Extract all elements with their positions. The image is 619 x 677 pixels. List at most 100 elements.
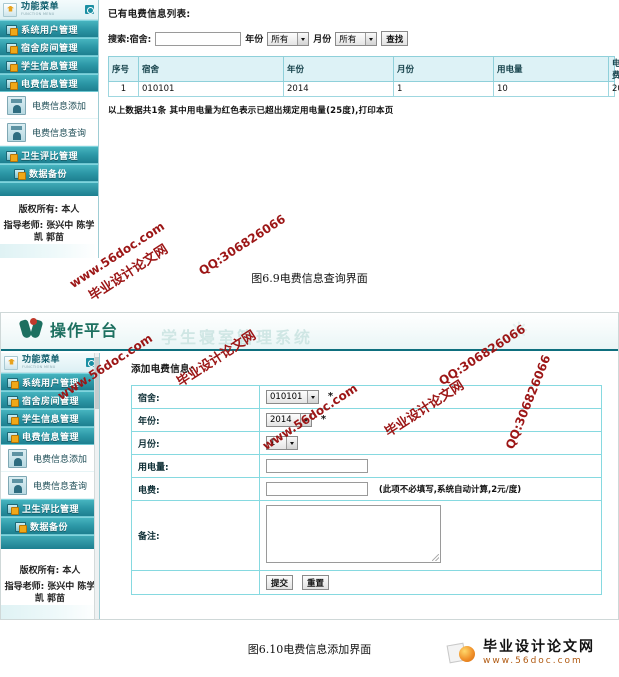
sidebar-item-label: 宿舍房间管理 (22, 396, 80, 407)
sidebar-item-fee-query[interactable]: 电费信息查询 (1, 472, 99, 499)
page-title: 已有电费信息列表: (108, 9, 191, 20)
sidebar-add: 功能菜单 FUNCTION MENU 系统用户管理 宿舍房间管理 学生信息管理 … (1, 353, 100, 619)
sidebar-query: 功能菜单 FUNCTION MENU 系统用户管理 宿舍房间管理 学生信息管理 … (0, 0, 99, 258)
sidebar-item-fee-query[interactable]: 电费信息查询 (0, 119, 98, 146)
folder-icon (6, 42, 18, 54)
dorm-select-value: 010101 (270, 392, 303, 402)
search-button[interactable]: 查找 (381, 31, 409, 46)
copyright-line: 版权所有: 本人 (19, 566, 81, 576)
required-marker: * (320, 414, 327, 425)
sidebar-item-label: 数据备份 (30, 522, 69, 533)
brand-ball-icon (459, 646, 475, 663)
label-dorm: 宿舍: (131, 385, 260, 409)
folder-icon (6, 60, 18, 72)
sidebar-item-label: 数据备份 (29, 169, 68, 180)
brand-name: 毕业设计论文网 (483, 639, 595, 655)
year-select[interactable]: 2014 (266, 413, 312, 427)
label-year: 年份: (131, 408, 260, 432)
sidebar-item-backup[interactable]: 数据备份 (0, 164, 98, 182)
sidebar-item-hygiene[interactable]: 卫生评比管理 (0, 146, 98, 164)
label-usage: 用电量: (131, 454, 260, 478)
sidebar-item-label: 学生信息管理 (22, 414, 80, 425)
menu-home-icon (4, 355, 18, 370)
collapse-icon[interactable] (85, 5, 94, 14)
table-note: 以上数据共1条 其中用电量为红色表示已超出规定用电量(25度),打印本页 (108, 106, 394, 116)
sidebar-item-system-user[interactable]: 系统用户管理 (1, 373, 99, 391)
page-title: 添加电费信息: (131, 364, 194, 375)
sidebar-item-label: 电费信息管理 (22, 432, 80, 443)
add-fee-form: 宿舍: 010101 * 年份: 2014 * 月份: 1 用电量: 电费: (… (131, 385, 602, 595)
sidebar-item-label: 电费信息添加 (32, 101, 87, 112)
menu-header-title: 功能菜单 (22, 354, 61, 365)
form-row-actions: 提交 重置 (131, 570, 602, 595)
cell-usage: 10 (493, 81, 609, 97)
form-buttons: 提交 重置 (266, 575, 595, 590)
search-label: 搜索:宿舍: (108, 35, 152, 45)
fee-input[interactable] (266, 482, 368, 496)
folder-icon (6, 150, 18, 162)
form-row-remark: 备注: (131, 500, 602, 571)
cell-index: 1 (108, 81, 139, 97)
form-row-month: 月份: 1 (131, 431, 602, 455)
field-month: 1 (259, 431, 602, 455)
form-row-usage: 用电量: (131, 454, 602, 478)
required-marker: * (327, 391, 334, 402)
user-card-icon (8, 448, 27, 468)
sidebar-footer: 版权所有: 本人 指导老师: 张兴中 陈学凯 郭苗 (0, 196, 98, 245)
platform-logo-icon (21, 318, 45, 340)
chevron-down-icon (300, 414, 311, 426)
form-row-fee: 电费: (此项不必填写,系统自动计算,2元/度) (131, 477, 602, 501)
table-row[interactable]: 1 010101 2014 1 10 20.0 (108, 81, 619, 97)
folder-icon (6, 78, 18, 90)
app-logo-text: 操作平台 (50, 321, 119, 340)
advisor-line: 指导老师: 张兴中 陈学凯 郭苗 (4, 582, 96, 605)
sidebar-item-fee-add[interactable]: 电费信息添加 (1, 445, 99, 472)
month-select[interactable]: 所有 (335, 31, 378, 46)
search-input[interactable] (155, 31, 242, 46)
chevron-down-icon (365, 32, 377, 45)
sidebar-item-label: 电费信息查询 (33, 481, 88, 492)
sidebar-item-label: 电费信息查询 (32, 128, 87, 139)
user-card-icon (7, 122, 26, 142)
sidebar-filler (1, 535, 99, 549)
usage-input[interactable] (266, 459, 368, 473)
sidebar-item-label: 卫生评比管理 (22, 504, 80, 515)
menu-header-title: 功能菜单 (21, 1, 60, 12)
copyright-line: 版权所有: 本人 (18, 205, 80, 215)
sidebar-item-backup[interactable]: 数据备份 (1, 517, 99, 535)
sidebar-item-electric-fee[interactable]: 电费信息管理 (1, 427, 99, 445)
reset-button[interactable]: 重置 (302, 575, 330, 590)
search-bar: 搜索:宿舍: 年份 所有 月份 所有 查找 (108, 31, 619, 46)
sidebar-item-student-info[interactable]: 学生信息管理 (1, 409, 99, 427)
user-card-icon (8, 475, 27, 495)
col-index: 序号 (108, 56, 139, 82)
query-content: 已有电费信息列表: 搜索:宿舍: 年份 所有 月份 所有 查找 序号 宿舍 年份… (104, 0, 619, 258)
chevron-down-icon (297, 32, 309, 45)
sidebar-item-dorm-room[interactable]: 宿舍房间管理 (0, 38, 98, 56)
sidebar-filler (0, 182, 98, 196)
scrollbar-thumb[interactable] (95, 357, 99, 409)
sidebar-item-system-user[interactable]: 系统用户管理 (0, 20, 98, 38)
year-select-value: 2014 (270, 415, 292, 425)
sidebar-scrollbar[interactable] (94, 353, 99, 619)
dorm-select[interactable]: 010101 (266, 390, 319, 404)
sidebar-item-student-info[interactable]: 学生信息管理 (0, 56, 98, 74)
sidebar-item-hygiene[interactable]: 卫生评比管理 (1, 499, 99, 517)
month-label: 月份 (313, 35, 332, 45)
sidebar-item-dorm-room[interactable]: 宿舍房间管理 (1, 391, 99, 409)
banner-decoration-icon: ❊ (509, 319, 528, 344)
app-banner: 操作平台 学生寝室管理系统 ❊ (1, 313, 618, 351)
table-header-row: 序号 宿舍 年份 月份 用电量 电费 (108, 56, 619, 82)
field-usage (259, 454, 602, 478)
sidebar-item-fee-add[interactable]: 电费信息添加 (0, 92, 98, 119)
sidebar-item-electric-fee[interactable]: 电费信息管理 (0, 74, 98, 92)
field-actions: 提交 重置 (259, 570, 602, 595)
month-select[interactable]: 1 (266, 436, 298, 450)
sidebar-item-label: 系统用户管理 (22, 378, 80, 389)
remark-textarea[interactable] (266, 505, 441, 563)
submit-button[interactable]: 提交 (266, 575, 294, 590)
form-row-dorm: 宿舍: 010101 * (131, 385, 602, 409)
folder-icon (7, 431, 19, 443)
year-select[interactable]: 所有 (267, 31, 310, 46)
cell-fee: 20.0 (608, 81, 619, 97)
